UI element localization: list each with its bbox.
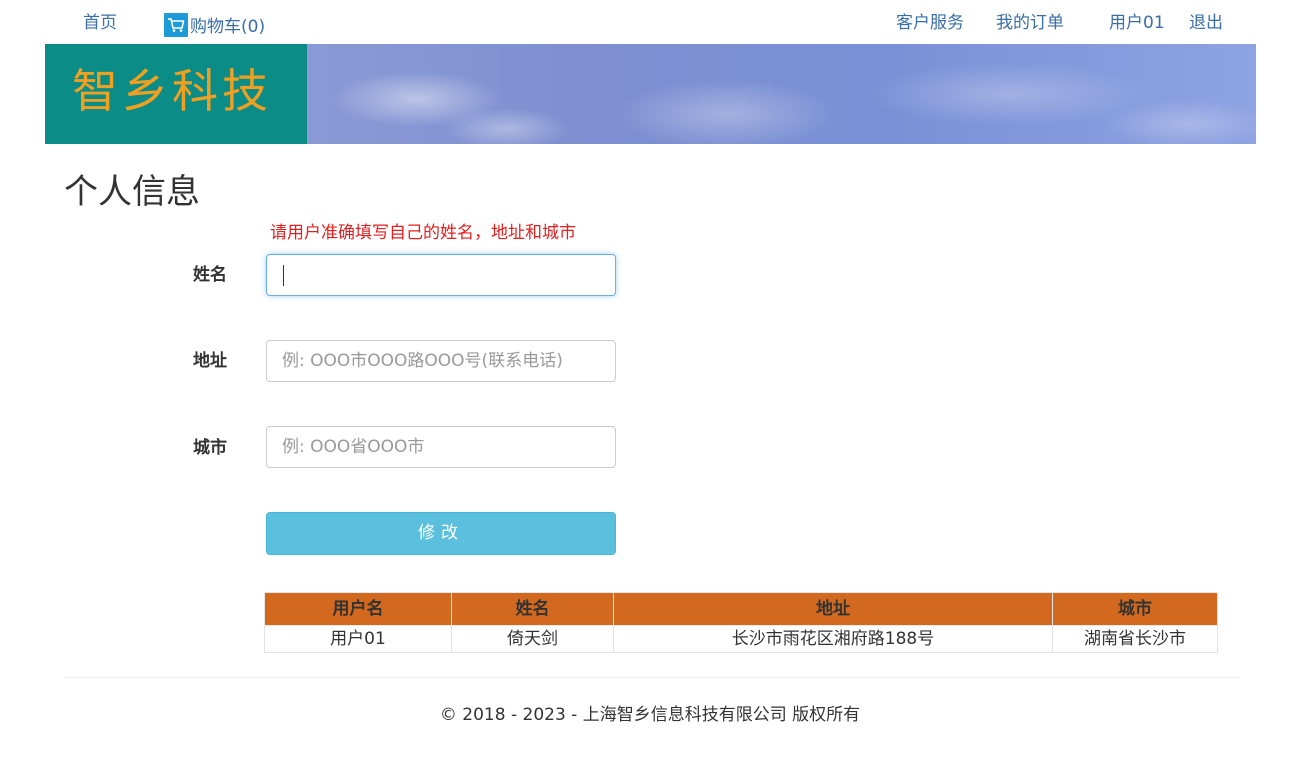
nav-user-link[interactable]: 用户01 bbox=[1109, 12, 1165, 34]
footer-copyright: © 2018 - 2023 - 上海智乡信息科技有限公司 版权所有 bbox=[439, 705, 861, 725]
user-info-table: 用户名 姓名 地址 城市 用户01 倚天剑 长沙市雨花区湘府路188号 湖南省长… bbox=[264, 592, 1218, 653]
page-title: 个人信息 bbox=[64, 172, 200, 212]
name-input[interactable] bbox=[266, 254, 616, 296]
header-banner: 智乡科技 bbox=[45, 44, 1256, 144]
table-header-city: 城市 bbox=[1052, 592, 1218, 626]
name-label: 姓名 bbox=[193, 265, 227, 285]
modify-button[interactable]: 修改 bbox=[266, 512, 616, 555]
table-header-row: 用户名 姓名 地址 城市 bbox=[264, 592, 1218, 626]
nav-home-link[interactable]: 首页 bbox=[83, 12, 117, 34]
table-cell-address: 长沙市雨花区湘府路188号 bbox=[613, 625, 1053, 653]
brand-logo: 智乡科技 bbox=[45, 44, 307, 144]
shopping-cart-icon bbox=[164, 12, 188, 37]
nav-cart-label: 购物车(0) bbox=[190, 17, 266, 37]
footer-divider bbox=[64, 677, 1239, 678]
top-nav: 首页 购物车(0) 客户服务 我的订单 用户01 退出 bbox=[0, 0, 1300, 44]
nav-my-orders-link[interactable]: 我的订单 bbox=[996, 12, 1064, 34]
city-label: 城市 bbox=[193, 438, 227, 458]
table-header-name: 姓名 bbox=[451, 592, 614, 626]
nav-customer-service-link[interactable]: 客户服务 bbox=[896, 12, 964, 34]
brand-logo-text: 智乡科技 bbox=[72, 64, 272, 118]
banner-sky-image bbox=[307, 44, 1256, 144]
table-cell-username: 用户01 bbox=[264, 625, 452, 653]
table-cell-name: 倚天剑 bbox=[451, 625, 614, 653]
text-caret bbox=[283, 265, 284, 286]
table-header-username: 用户名 bbox=[264, 592, 452, 626]
address-input[interactable] bbox=[266, 340, 616, 382]
table-row: 用户01 倚天剑 长沙市雨花区湘府路188号 湖南省长沙市 bbox=[264, 625, 1218, 653]
address-label: 地址 bbox=[193, 351, 227, 371]
form-hint-text: 请用户准确填写自己的姓名，地址和城市 bbox=[270, 223, 576, 243]
nav-cart-link[interactable]: 购物车(0) bbox=[164, 12, 265, 37]
city-input[interactable] bbox=[266, 426, 616, 468]
table-cell-city: 湖南省长沙市 bbox=[1052, 625, 1218, 653]
nav-logout-link[interactable]: 退出 bbox=[1189, 12, 1223, 34]
table-header-address: 地址 bbox=[613, 592, 1053, 626]
